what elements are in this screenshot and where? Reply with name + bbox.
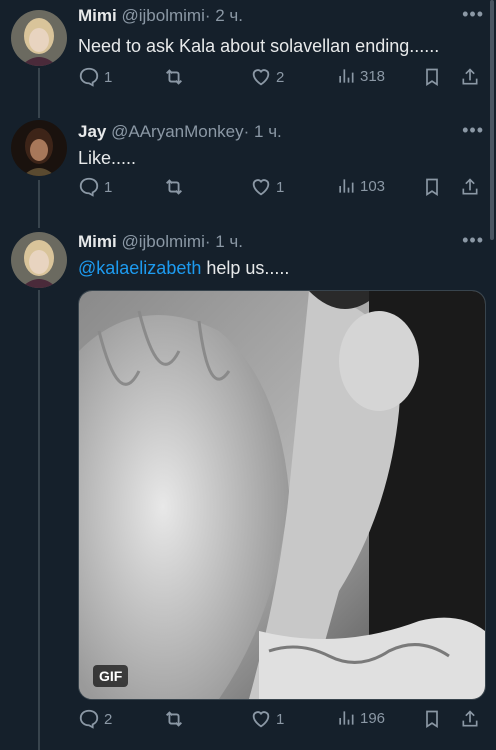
timestamp[interactable]: · 1 ч. [205, 232, 243, 251]
more-options-icon[interactable]: ••• [462, 230, 484, 251]
timestamp[interactable]: · 1 ч. [244, 122, 282, 141]
retweet-icon [166, 711, 182, 727]
like-count: 2 [276, 68, 285, 86]
tweet-text: Like..... [78, 148, 137, 168]
tweet-header: Mimi @ijbolmimi· 1 ч. [78, 232, 243, 252]
tweet-actions: 1 2 318 [78, 66, 480, 90]
timestamp[interactable]: · 2 ч. [205, 6, 243, 25]
tweet-text: @kalaelizabeth help us..... [78, 258, 289, 279]
tweet-text: Need to ask Kala about solavellan ending… [78, 36, 440, 56]
reply-icon [79, 177, 99, 197]
mention-link[interactable]: @kalaelizabeth [78, 258, 201, 278]
heart-icon [252, 179, 270, 196]
retweet-button[interactable] [162, 176, 186, 198]
view-count: 103 [360, 177, 386, 195]
tweet[interactable]: Mimi @ijbolmimi· 2 ч. ••• Need to ask Ka… [0, 0, 496, 110]
author-name[interactable]: Mimi [78, 6, 117, 25]
tweet-header: Jay @AAryanMonkey· 1 ч. [78, 122, 282, 142]
bookmark-button[interactable] [422, 66, 442, 88]
bookmark-icon [426, 178, 438, 197]
retweet-icon [166, 69, 182, 85]
reply-icon [79, 67, 99, 87]
views-button[interactable]: 318 [336, 66, 385, 86]
more-options-icon[interactable]: ••• [462, 120, 484, 141]
share-icon [462, 178, 478, 195]
tweet-text-body: help us..... [201, 258, 290, 278]
author-handle[interactable]: @ijbolmimi [121, 6, 204, 25]
gif-media[interactable]: GIF [78, 290, 486, 700]
more-options-icon[interactable]: ••• [462, 4, 484, 25]
avatar[interactable] [11, 120, 67, 176]
like-button[interactable]: 2 [250, 66, 284, 88]
tweet-header: Mimi @ijbolmimi· 2 ч. [78, 6, 243, 26]
retweet-button[interactable] [162, 708, 186, 730]
reply-button[interactable]: 1 [78, 66, 112, 88]
author-handle[interactable]: @ijbolmimi [121, 232, 204, 251]
author-name[interactable]: Jay [78, 122, 106, 141]
gif-image [79, 291, 485, 699]
tweet[interactable]: Jay @AAryanMonkey· 1 ч. ••• Like..... 1 … [0, 116, 496, 226]
bookmark-button[interactable] [422, 708, 442, 730]
like-count: 1 [276, 178, 285, 196]
views-icon [339, 69, 354, 83]
reply-count: 2 [104, 710, 113, 728]
share-icon [462, 710, 478, 727]
avatar[interactable] [11, 10, 67, 66]
reply-button[interactable]: 1 [78, 176, 112, 198]
reply-button[interactable]: 2 [78, 708, 112, 730]
bookmark-icon [426, 710, 438, 729]
avatar[interactable] [11, 232, 67, 288]
views-button[interactable]: 103 [336, 176, 385, 196]
retweet-icon [166, 179, 182, 195]
heart-icon [252, 711, 270, 728]
reply-count: 1 [104, 178, 113, 196]
reply-icon [79, 709, 99, 729]
like-button[interactable]: 1 [250, 708, 284, 730]
views-icon [339, 711, 354, 725]
bookmark-icon [426, 68, 438, 87]
share-button[interactable] [460, 708, 480, 730]
reply-count: 1 [104, 68, 113, 86]
view-count: 318 [360, 67, 386, 85]
gif-badge: GIF [93, 665, 129, 687]
author-name[interactable]: Mimi [78, 232, 117, 251]
views-button[interactable]: 196 [336, 708, 385, 728]
share-icon [462, 68, 478, 85]
like-button[interactable]: 1 [250, 176, 284, 198]
views-icon [339, 179, 354, 193]
author-handle[interactable]: @AAryanMonkey [111, 122, 244, 141]
tweet-actions: 1 1 103 [78, 176, 480, 200]
share-button[interactable] [460, 176, 480, 198]
tweet-actions: 2 1 196 [78, 708, 480, 732]
bookmark-button[interactable] [422, 176, 442, 198]
view-count: 196 [360, 709, 386, 727]
share-button[interactable] [460, 66, 480, 88]
heart-icon [252, 69, 270, 86]
like-count: 1 [276, 710, 285, 728]
retweet-button[interactable] [162, 66, 186, 88]
